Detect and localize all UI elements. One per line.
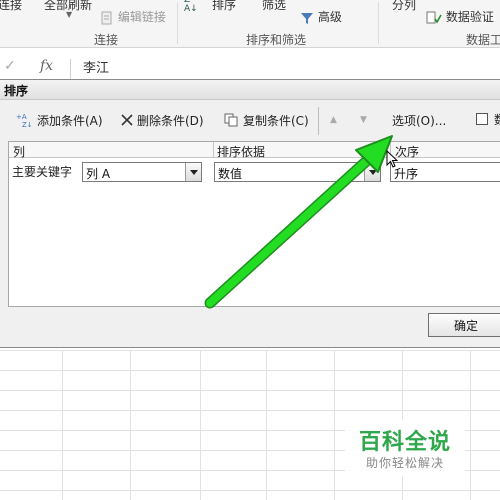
copy-icon <box>224 113 240 127</box>
row-gridline <box>0 490 500 491</box>
column-header: 列 <box>13 145 26 159</box>
sort-az-icon[interactable]: Z A↓ <box>184 0 198 14</box>
group-label-data-tools: 数据工 <box>466 33 500 47</box>
funnel-icon <box>301 12 313 24</box>
edit-links-button[interactable]: 编辑链接 <box>100 8 166 25</box>
text-to-columns-button[interactable]: 分列 <box>392 0 416 13</box>
group-label-connections: 连接 <box>94 33 119 47</box>
column-select-value: 列 A <box>86 167 111 181</box>
header-checkbox[interactable] <box>476 113 488 125</box>
column-gridline <box>266 350 267 500</box>
data-validation-icon <box>426 11 442 24</box>
copy-level-button[interactable]: 复制条件(C) <box>224 109 309 131</box>
watermark-logo: 百科全说 助你轻松解决 <box>345 420 465 476</box>
data-validation-button[interactable]: 数据验证 <box>426 8 494 25</box>
add-level-icon: +A Z↓ <box>16 112 34 128</box>
ok-button[interactable]: 确定 <box>428 313 500 337</box>
column-select[interactable]: 列 A <box>82 162 202 182</box>
sort-dialog: 排序 +A Z↓ 添加条件(A) 删除条件(D) 复制条件(C) ▲ ▼ 选项(O… <box>0 79 500 348</box>
header-divider <box>213 142 214 158</box>
add-level-button[interactable]: +A Z↓ 添加条件(A) <box>16 109 103 131</box>
order-header: 次序 <box>395 145 420 159</box>
dialog-title: 排序 <box>4 84 29 98</box>
group-divider <box>378 2 379 44</box>
svg-text:Z↓: Z↓ <box>22 121 33 128</box>
column-gridline <box>470 350 471 500</box>
data-validation-label: 数据验证 <box>445 10 494 24</box>
mouse-cursor-icon <box>386 150 398 168</box>
delete-level-label: 删除条件(D) <box>137 113 204 128</box>
options-button[interactable]: 选项(O)... <box>392 109 446 131</box>
formula-bar: ✓ fx 李江 <box>0 58 500 80</box>
sort-on-select-value: 数值 <box>218 167 243 181</box>
filter-button[interactable]: 筛选 <box>262 0 286 13</box>
toolbar-divider <box>318 107 319 135</box>
row-gridline <box>0 390 500 391</box>
svg-text:+A: +A <box>16 113 27 121</box>
primary-key-label: 主要关键字 <box>12 165 73 179</box>
close-icon <box>120 113 134 127</box>
formula-bar-icons: ✓ fx <box>0 58 66 80</box>
grid-header: 列 排序依据 次序 <box>9 142 500 159</box>
sort-levels-grid: 列 排序依据 次序 主要关键字 列 A 数值 升序 <box>8 141 500 307</box>
sort-on-header: 排序依据 <box>217 145 266 159</box>
delete-level-button[interactable]: 删除条件(D) <box>120 109 204 131</box>
group-label-sort-filter: 排序和筛选 <box>246 33 307 47</box>
row-gridline <box>0 370 500 371</box>
row-gridline <box>0 350 500 351</box>
advanced-label: 高级 <box>317 10 342 24</box>
row-gridline <box>0 410 500 411</box>
check-icon[interactable]: ✓ <box>4 58 16 74</box>
copy-level-label: 复制条件(C) <box>243 113 309 128</box>
move-down-icon[interactable]: ▼ <box>360 109 367 131</box>
move-up-icon[interactable]: ▲ <box>330 109 337 131</box>
column-gridline <box>130 350 131 500</box>
function-icon[interactable]: fx <box>40 58 53 74</box>
formula-input[interactable]: 李江 <box>70 59 500 79</box>
connections-label-partial[interactable]: 连接 <box>0 0 22 13</box>
watermark-title: 百科全说 <box>358 430 451 455</box>
edit-links-label: 编辑链接 <box>117 10 166 24</box>
sort-on-select[interactable]: 数值 <box>214 162 381 182</box>
chevron-down-icon[interactable]: ▼ <box>66 10 72 19</box>
add-level-label: 添加条件(A) <box>37 113 103 128</box>
chevron-down-icon[interactable] <box>364 163 380 181</box>
dialog-titlebar[interactable]: 排序 <box>0 80 500 100</box>
edit-links-icon <box>101 11 112 24</box>
column-gridline <box>200 350 201 500</box>
header-checkbox-label: 数 <box>494 111 500 128</box>
column-gridline <box>334 350 335 500</box>
group-divider <box>177 2 178 44</box>
sort-button[interactable]: 排序 <box>212 0 236 13</box>
ribbon: 连接 全部刷新 ▼ 编辑链接 Z A↓ 排序 筛选 高级 分列 数据验证 连接 排… <box>0 0 500 48</box>
chevron-down-icon[interactable] <box>185 163 201 181</box>
column-gridline <box>62 350 63 500</box>
order-select[interactable]: 升序 <box>390 162 500 182</box>
advanced-filter-button[interactable]: 高级 <box>300 8 342 25</box>
watermark-subtitle: 助你轻松解决 <box>365 456 444 470</box>
dialog-toolbar: +A Z↓ 添加条件(A) 删除条件(D) 复制条件(C) ▲ ▼ 选项(O)..… <box>0 101 500 137</box>
